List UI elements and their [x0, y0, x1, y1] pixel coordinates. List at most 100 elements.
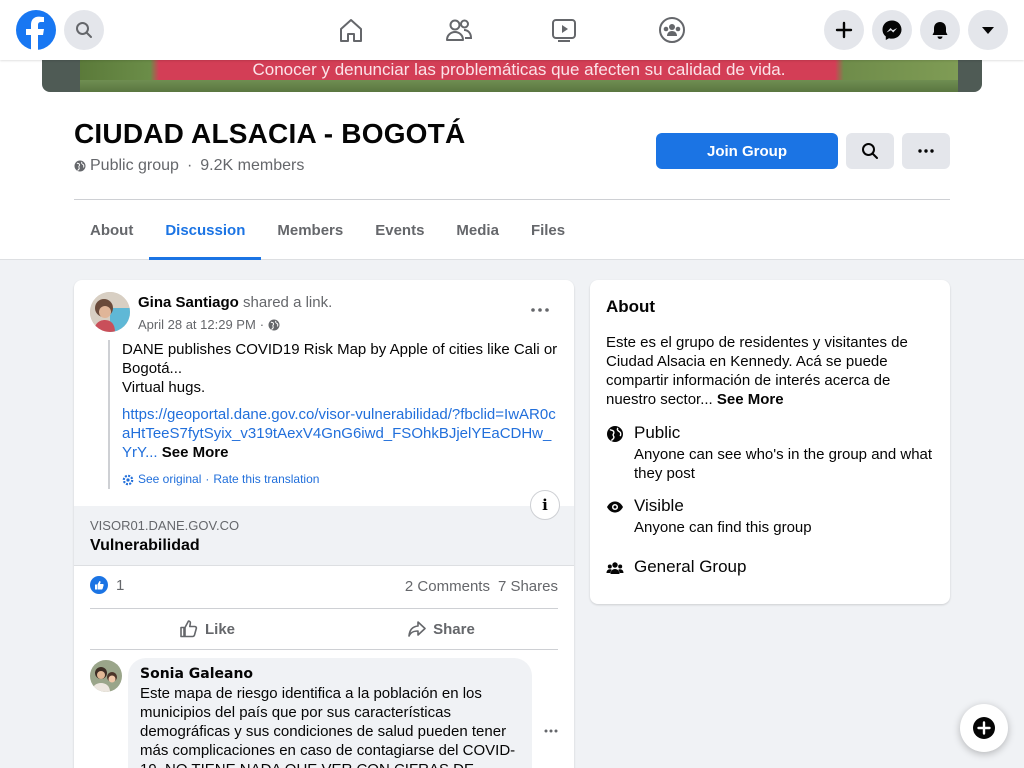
- create-button[interactable]: [824, 10, 864, 50]
- public-title: Public: [634, 423, 681, 442]
- group-tabs: About Discussion Members Events Media Fi…: [74, 200, 581, 260]
- about-type-row: General Group: [606, 557, 936, 581]
- about-public-row: Public Anyone can see who's in the group…: [606, 423, 936, 483]
- preview-title: Vulnerabilidad: [90, 537, 200, 554]
- avatar-photo: [90, 660, 122, 692]
- group-name[interactable]: CIUDAD ALSACIA - BOGOTÁ: [74, 118, 465, 150]
- engagement-counts: 2 Comments 7 Shares: [405, 578, 558, 595]
- more-dots-icon: [544, 729, 558, 733]
- cover-image: Conocer y denunciar las problemáticas qu…: [80, 60, 958, 92]
- share-arrow-icon: [408, 621, 426, 637]
- chevron-down-icon: [982, 27, 994, 34]
- post-text-line1: DANE publishes COVID19 Risk Map by Apple…: [122, 341, 558, 377]
- post-card: Gina Santiago shared a link. April 28 at…: [74, 280, 574, 768]
- link-preview[interactable]: VISOR01.DANE.GOV.CO Vulnerabilidad: [74, 506, 574, 566]
- cover-grass: [80, 80, 958, 92]
- share-label: Share: [433, 620, 475, 638]
- search-icon: [862, 143, 878, 159]
- info-icon[interactable]: i: [530, 490, 560, 520]
- about-heading: About: [606, 297, 656, 316]
- about-visible-row: Visible Anyone can find this group: [606, 496, 936, 536]
- thumbs-up-icon: [180, 620, 198, 638]
- messenger-icon: [882, 20, 902, 40]
- nav-friends[interactable]: [441, 12, 477, 48]
- join-group-button[interactable]: Join Group: [656, 133, 838, 169]
- post-actions: Like Share: [90, 608, 558, 650]
- meta-separator: ·: [186, 157, 193, 174]
- facebook-f-icon: [26, 16, 44, 50]
- group-meta: Public group · 9.2K members: [74, 157, 304, 175]
- tab-members[interactable]: Members: [261, 200, 359, 260]
- share-button[interactable]: Share: [324, 609, 558, 649]
- about-see-more[interactable]: See More: [717, 391, 784, 408]
- post-see-more[interactable]: See More: [162, 444, 229, 461]
- post-timestamp[interactable]: April 28 at 12:29 PM: [138, 317, 256, 332]
- comment-bubble: Sonia Galeano Este mapa de riesgo identi…: [128, 658, 532, 768]
- facebook-logo[interactable]: [16, 10, 56, 50]
- tab-events[interactable]: Events: [359, 200, 440, 260]
- post-text-line2: Virtual hugs.: [122, 379, 206, 396]
- nav-groups[interactable]: [654, 12, 690, 48]
- post-link-row: https://geoportal.dane.gov.co/visor-vuln…: [122, 405, 558, 462]
- commenter-avatar[interactable]: [90, 660, 122, 692]
- about-card: About Este es el grupo de residentes y v…: [590, 280, 950, 604]
- more-dots-icon: [531, 308, 549, 312]
- account-menu-button[interactable]: [968, 10, 1008, 50]
- translation-links: See original · Rate this translation: [122, 470, 558, 489]
- post-options-button[interactable]: [524, 296, 556, 324]
- group-search-button[interactable]: [846, 133, 894, 169]
- avatar-photo: [90, 292, 130, 332]
- post-text: DANE publishes COVID19 Risk Map by Apple…: [108, 340, 558, 489]
- like-button[interactable]: Like: [90, 609, 324, 649]
- tab-files[interactable]: Files: [515, 200, 581, 260]
- messenger-button[interactable]: [872, 10, 912, 50]
- privacy-label[interactable]: Public group: [90, 157, 179, 175]
- post-author-name[interactable]: Gina Santiago: [138, 294, 239, 311]
- notifications-button[interactable]: [920, 10, 960, 50]
- comment-author[interactable]: Sonia Galeano: [140, 666, 520, 682]
- create-icon: [835, 21, 853, 39]
- search-button[interactable]: [64, 10, 104, 50]
- about-description: Este es el grupo de residentes y visitan…: [606, 333, 926, 409]
- new-message-button[interactable]: [960, 704, 1008, 752]
- like-label: Like: [204, 620, 235, 638]
- post-action: shared a link.: [243, 294, 333, 311]
- time-separator: ·: [259, 317, 265, 332]
- visible-title: Visible: [634, 496, 684, 515]
- globe-icon: [74, 160, 86, 172]
- author-avatar[interactable]: [90, 292, 130, 332]
- share-count[interactable]: 7 Shares: [498, 578, 558, 595]
- comment-options-button[interactable]: [540, 720, 562, 742]
- notifications-icon: [932, 22, 948, 39]
- cover-photo: Conocer y denunciar las problemáticas qu…: [42, 60, 982, 92]
- thumbs-up-icon: [95, 581, 104, 590]
- reaction-count: 1: [116, 576, 125, 594]
- member-count[interactable]: 9.2K members: [200, 157, 304, 175]
- comment-count[interactable]: 2 Comments: [405, 578, 490, 595]
- home-icon: [340, 19, 362, 42]
- tab-about[interactable]: About: [74, 200, 149, 260]
- top-navigation: [0, 0, 1024, 60]
- like-reaction-icon: [90, 576, 108, 594]
- more-dots-icon: [918, 149, 934, 153]
- people-icon: [606, 559, 624, 577]
- public-description: Anyone can see who's in the group and wh…: [634, 446, 933, 482]
- search-icon: [76, 22, 92, 38]
- compose-plus-icon: [973, 717, 995, 739]
- post-timestamp-line: April 28 at 12:29 PM ·: [138, 317, 280, 332]
- group-more-button[interactable]: [902, 133, 950, 169]
- post-author-line: Gina Santiago shared a link.: [138, 294, 332, 311]
- see-original-link[interactable]: See original: [138, 470, 201, 489]
- visible-description: Anyone can find this group: [634, 519, 812, 536]
- preview-domain: VISOR01.DANE.GOV.CO: [90, 518, 240, 533]
- nav-home[interactable]: [333, 12, 369, 48]
- eye-icon: [606, 498, 624, 516]
- comment-text: Este mapa de riesgo identifica a la pobl…: [140, 685, 516, 768]
- reaction-summary[interactable]: 1: [90, 576, 124, 594]
- tab-discussion[interactable]: Discussion: [149, 200, 262, 260]
- tab-media[interactable]: Media: [440, 200, 515, 260]
- cover-text: Conocer y denunciar las problemáticas qu…: [252, 60, 786, 79]
- nav-watch[interactable]: [546, 12, 582, 48]
- gear-icon: [122, 474, 134, 485]
- rate-translation-link[interactable]: Rate this translation: [213, 470, 319, 489]
